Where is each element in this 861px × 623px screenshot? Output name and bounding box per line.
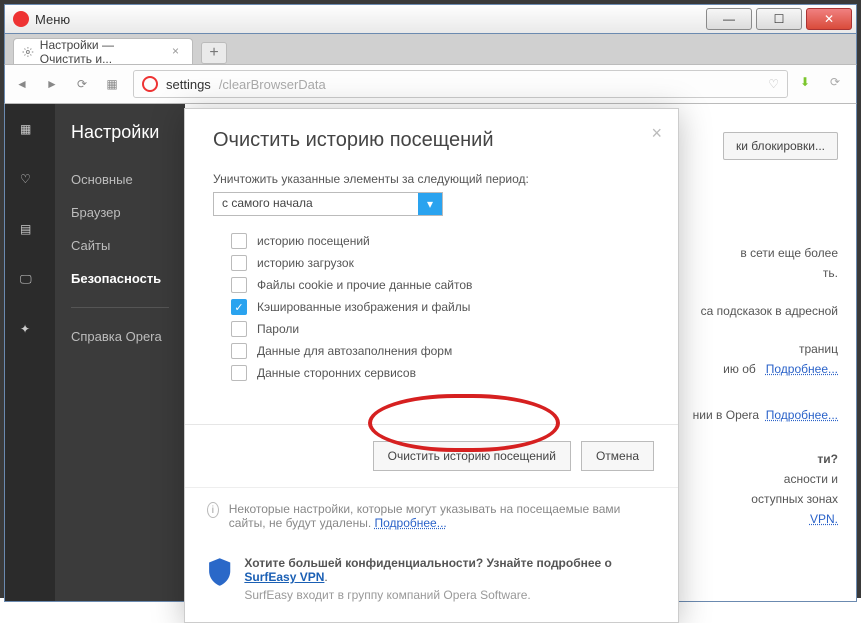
gear-icon <box>22 45 34 59</box>
speed-dial-rail-icon[interactable]: ▦ <box>20 122 40 142</box>
option-label: историю посещений <box>257 234 370 248</box>
menu-label[interactable]: Меню <box>35 12 70 27</box>
clear-history-dialog: × Очистить историю посещений Уничтожить … <box>184 108 679 623</box>
opera-o-icon <box>142 76 158 92</box>
left-icon-rail: ▦ ♡ ▤ 🖵 ✦ <box>5 104 55 601</box>
option-label: Файлы cookie и прочие данные сайтов <box>257 278 472 292</box>
option-row[interactable]: Данные сторонних сервисов <box>231 362 650 384</box>
tab-title: Настройки — Очистить и... <box>40 38 166 66</box>
block-lists-button[interactable]: ки блокировки... <box>723 132 838 160</box>
heart-rail-icon[interactable]: ♡ <box>20 172 40 192</box>
new-tab-button[interactable]: + <box>201 42 227 64</box>
toolbar: ◄ ► ⟳ ▦ settings/clearBrowserData ♡ ⬇ ⟳ <box>4 64 857 104</box>
window-maximize-button[interactable]: ☐ <box>756 8 802 30</box>
checkbox[interactable] <box>231 343 247 359</box>
checkbox[interactable] <box>231 233 247 249</box>
footnote-more-link[interactable]: Подробнее... <box>375 516 447 530</box>
option-row[interactable]: историю загрузок <box>231 252 650 274</box>
sidebar-item-sites[interactable]: Сайты <box>55 229 185 262</box>
reload-button[interactable]: ⟳ <box>73 75 91 93</box>
info-icon: i <box>207 502 219 518</box>
option-label: Данные сторонних сервисов <box>257 366 416 380</box>
option-label: Данные для автозаполнения форм <box>257 344 452 358</box>
window-close-button[interactable]: ✕ <box>806 8 852 30</box>
dialog-subtitle: Уничтожить указанные элементы за следующ… <box>213 172 650 186</box>
news-rail-icon[interactable]: ▤ <box>20 222 40 242</box>
bookmark-heart-icon[interactable]: ♡ <box>768 77 779 91</box>
chevron-down-icon: ▾ <box>418 193 442 215</box>
window-minimize-button[interactable]: — <box>706 8 752 30</box>
window-titlebar: Меню — ☐ ✕ <box>4 4 857 34</box>
speed-dial-icon[interactable]: ▦ <box>103 75 121 93</box>
sidebar-item-basic[interactable]: Основные <box>55 163 185 196</box>
tab-strip: Настройки — Очистить и... × + <box>4 34 857 64</box>
back-button[interactable]: ◄ <box>13 75 31 93</box>
sidebar-header: Настройки <box>55 118 185 163</box>
address-bar[interactable]: settings/clearBrowserData ♡ <box>133 70 788 98</box>
sidebar-item-browser[interactable]: Браузер <box>55 196 185 229</box>
screen-rail-icon[interactable]: 🖵 <box>20 272 40 292</box>
checkbox[interactable]: ✓ <box>231 299 247 315</box>
clear-history-button[interactable]: Очистить историю посещений <box>373 441 571 471</box>
sidebar-separator <box>71 307 169 308</box>
period-value: с самого начала <box>214 193 418 215</box>
url-rest: /clearBrowserData <box>219 77 326 92</box>
option-label: Пароли <box>257 322 299 336</box>
checkbox[interactable] <box>231 277 247 293</box>
dialog-close-icon[interactable]: × <box>651 123 662 144</box>
option-row[interactable]: Пароли <box>231 318 650 340</box>
opera-logo-icon <box>13 11 29 27</box>
tab-close-icon[interactable]: × <box>172 44 186 58</box>
checkbox[interactable] <box>231 255 247 271</box>
sidebar-item-help[interactable]: Справка Opera <box>55 320 185 353</box>
sync-icon[interactable]: ⟳ <box>830 75 848 93</box>
forward-button[interactable]: ► <box>43 75 61 93</box>
extensions-rail-icon[interactable]: ✦ <box>20 322 40 342</box>
vpn-link[interactable]: VPN. <box>810 512 838 526</box>
option-row[interactable]: Файлы cookie и прочие данные сайтов <box>231 274 650 296</box>
sidebar-item-security[interactable]: Безопасность <box>55 262 185 295</box>
download-icon[interactable]: ⬇ <box>800 75 818 93</box>
surfeasy-link[interactable]: SurfEasy VPN <box>244 570 324 584</box>
dialog-footnote: Некоторые настройки, которые могут указы… <box>229 502 656 530</box>
option-label: Кэшированные изображения и файлы <box>257 300 470 314</box>
url-path: settings <box>166 77 211 92</box>
option-label: историю загрузок <box>257 256 354 270</box>
settings-sidebar: Настройки Основные Браузер Сайты Безопас… <box>55 104 185 601</box>
shield-icon <box>207 556 232 588</box>
option-row[interactable]: Данные для автозаполнения форм <box>231 340 650 362</box>
cancel-button[interactable]: Отмена <box>581 441 654 471</box>
more-link-1[interactable]: Подробнее... <box>766 362 838 376</box>
option-row[interactable]: ✓ Кэшированные изображения и файлы <box>231 296 650 318</box>
option-row[interactable]: историю посещений <box>231 230 650 252</box>
tab-settings[interactable]: Настройки — Очистить и... × <box>13 38 193 64</box>
checkbox[interactable] <box>231 365 247 381</box>
dialog-title: Очистить историю посещений <box>213 129 650 152</box>
period-select[interactable]: с самого начала ▾ <box>213 192 443 216</box>
more-link-2[interactable]: Подробнее... <box>766 408 838 422</box>
checkbox[interactable] <box>231 321 247 337</box>
